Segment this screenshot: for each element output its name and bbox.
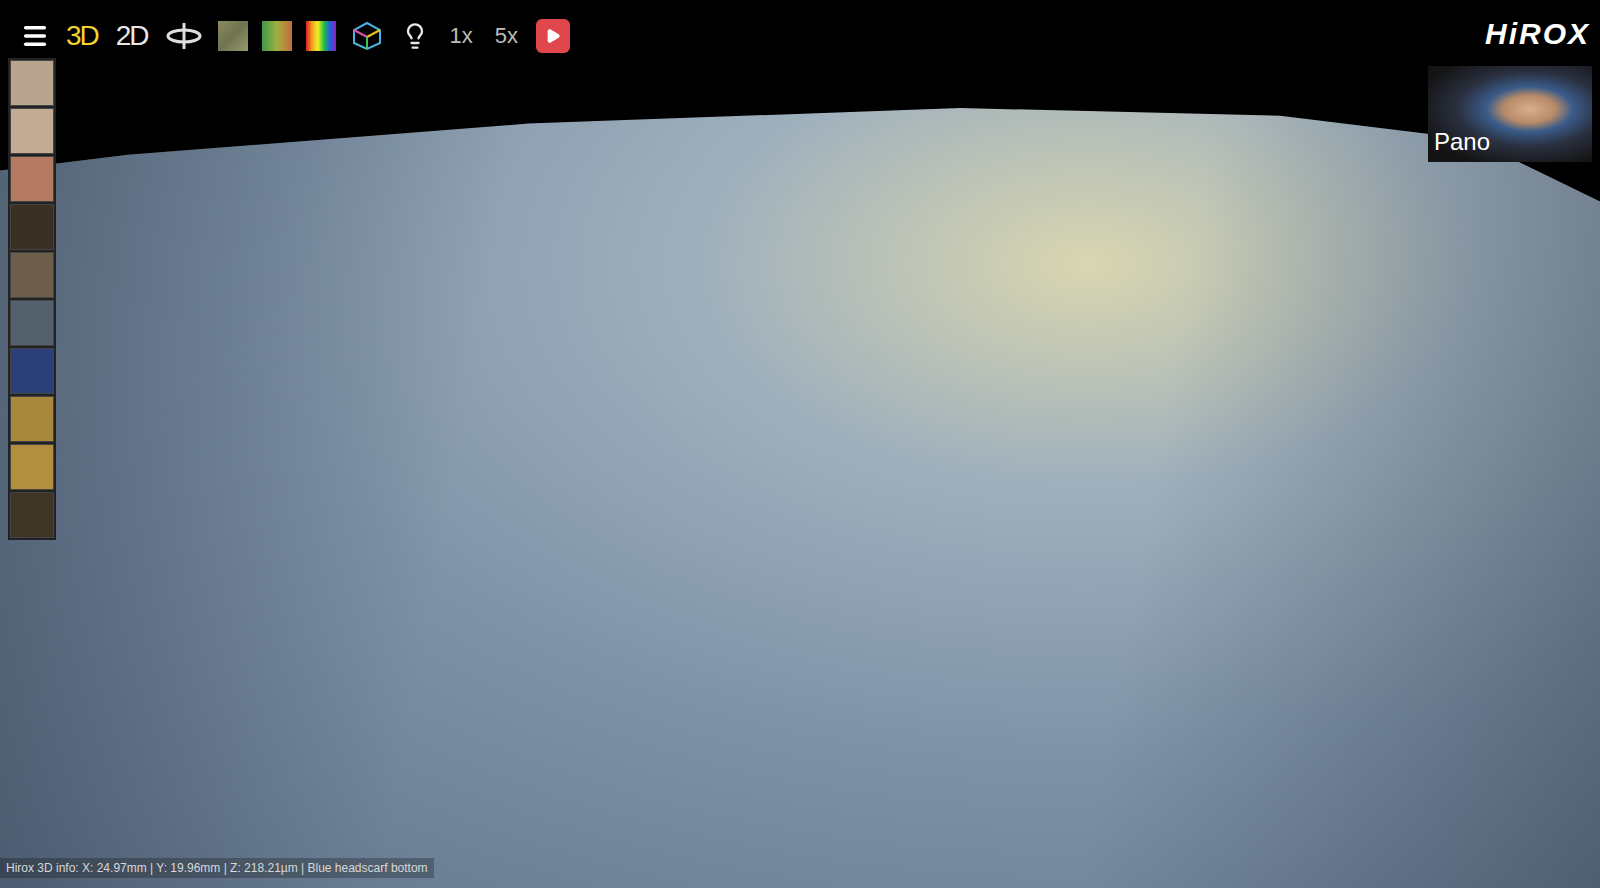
rainbow-map-icon[interactable] <box>306 21 336 51</box>
thumbnail[interactable] <box>10 300 54 346</box>
mode-button[interactable]: 3D <box>64 19 100 53</box>
hirox-logo: HiROX <box>1485 14 1590 54</box>
thumbnail[interactable] <box>10 204 54 250</box>
pano-thumbnail[interactable]: Pano <box>1428 66 1592 162</box>
wireframe-button[interactable] <box>350 19 384 53</box>
surface-shading <box>0 108 1600 888</box>
surface-3d-view[interactable] <box>0 108 1600 888</box>
thumbnail-strip <box>8 58 56 540</box>
thumbnail[interactable] <box>10 60 54 106</box>
rotate-button[interactable] <box>164 19 204 53</box>
thumbnail[interactable] <box>10 252 54 298</box>
thumbnail[interactable] <box>10 396 54 442</box>
hirox-viewer: 3D 2D 1x 5x HiROX Pano Hirox 3D info: X: 24.97… <box>0 0 1600 888</box>
thumbnail[interactable] <box>10 492 54 538</box>
play-button[interactable] <box>536 19 570 53</box>
mode-button[interactable]: 2D <box>114 19 150 53</box>
thumbnail[interactable] <box>10 348 54 394</box>
height-map-icon[interactable] <box>262 21 292 51</box>
rotate-axis-icon <box>164 21 204 51</box>
zoom-button[interactable]: 5x <box>491 21 522 51</box>
lightbulb-icon <box>401 22 429 50</box>
thumbnail[interactable] <box>10 156 54 202</box>
toolbar: 3D 2D 1x 5x <box>20 16 570 56</box>
zoom-button[interactable]: 1x <box>446 21 477 51</box>
light-button[interactable] <box>398 19 432 53</box>
play-icon <box>545 28 561 44</box>
pano-label: Pano <box>1434 128 1490 156</box>
wireframe-cube-icon <box>351 20 383 52</box>
hamburger-icon <box>21 22 49 50</box>
menu-button[interactable] <box>20 21 50 51</box>
thumbnail[interactable] <box>10 444 54 490</box>
texture-icon[interactable] <box>218 21 248 51</box>
thumbnail[interactable] <box>10 108 54 154</box>
info-bar: Hirox 3D info: X: 24.97mm | Y: 19.96mm |… <box>0 858 434 878</box>
